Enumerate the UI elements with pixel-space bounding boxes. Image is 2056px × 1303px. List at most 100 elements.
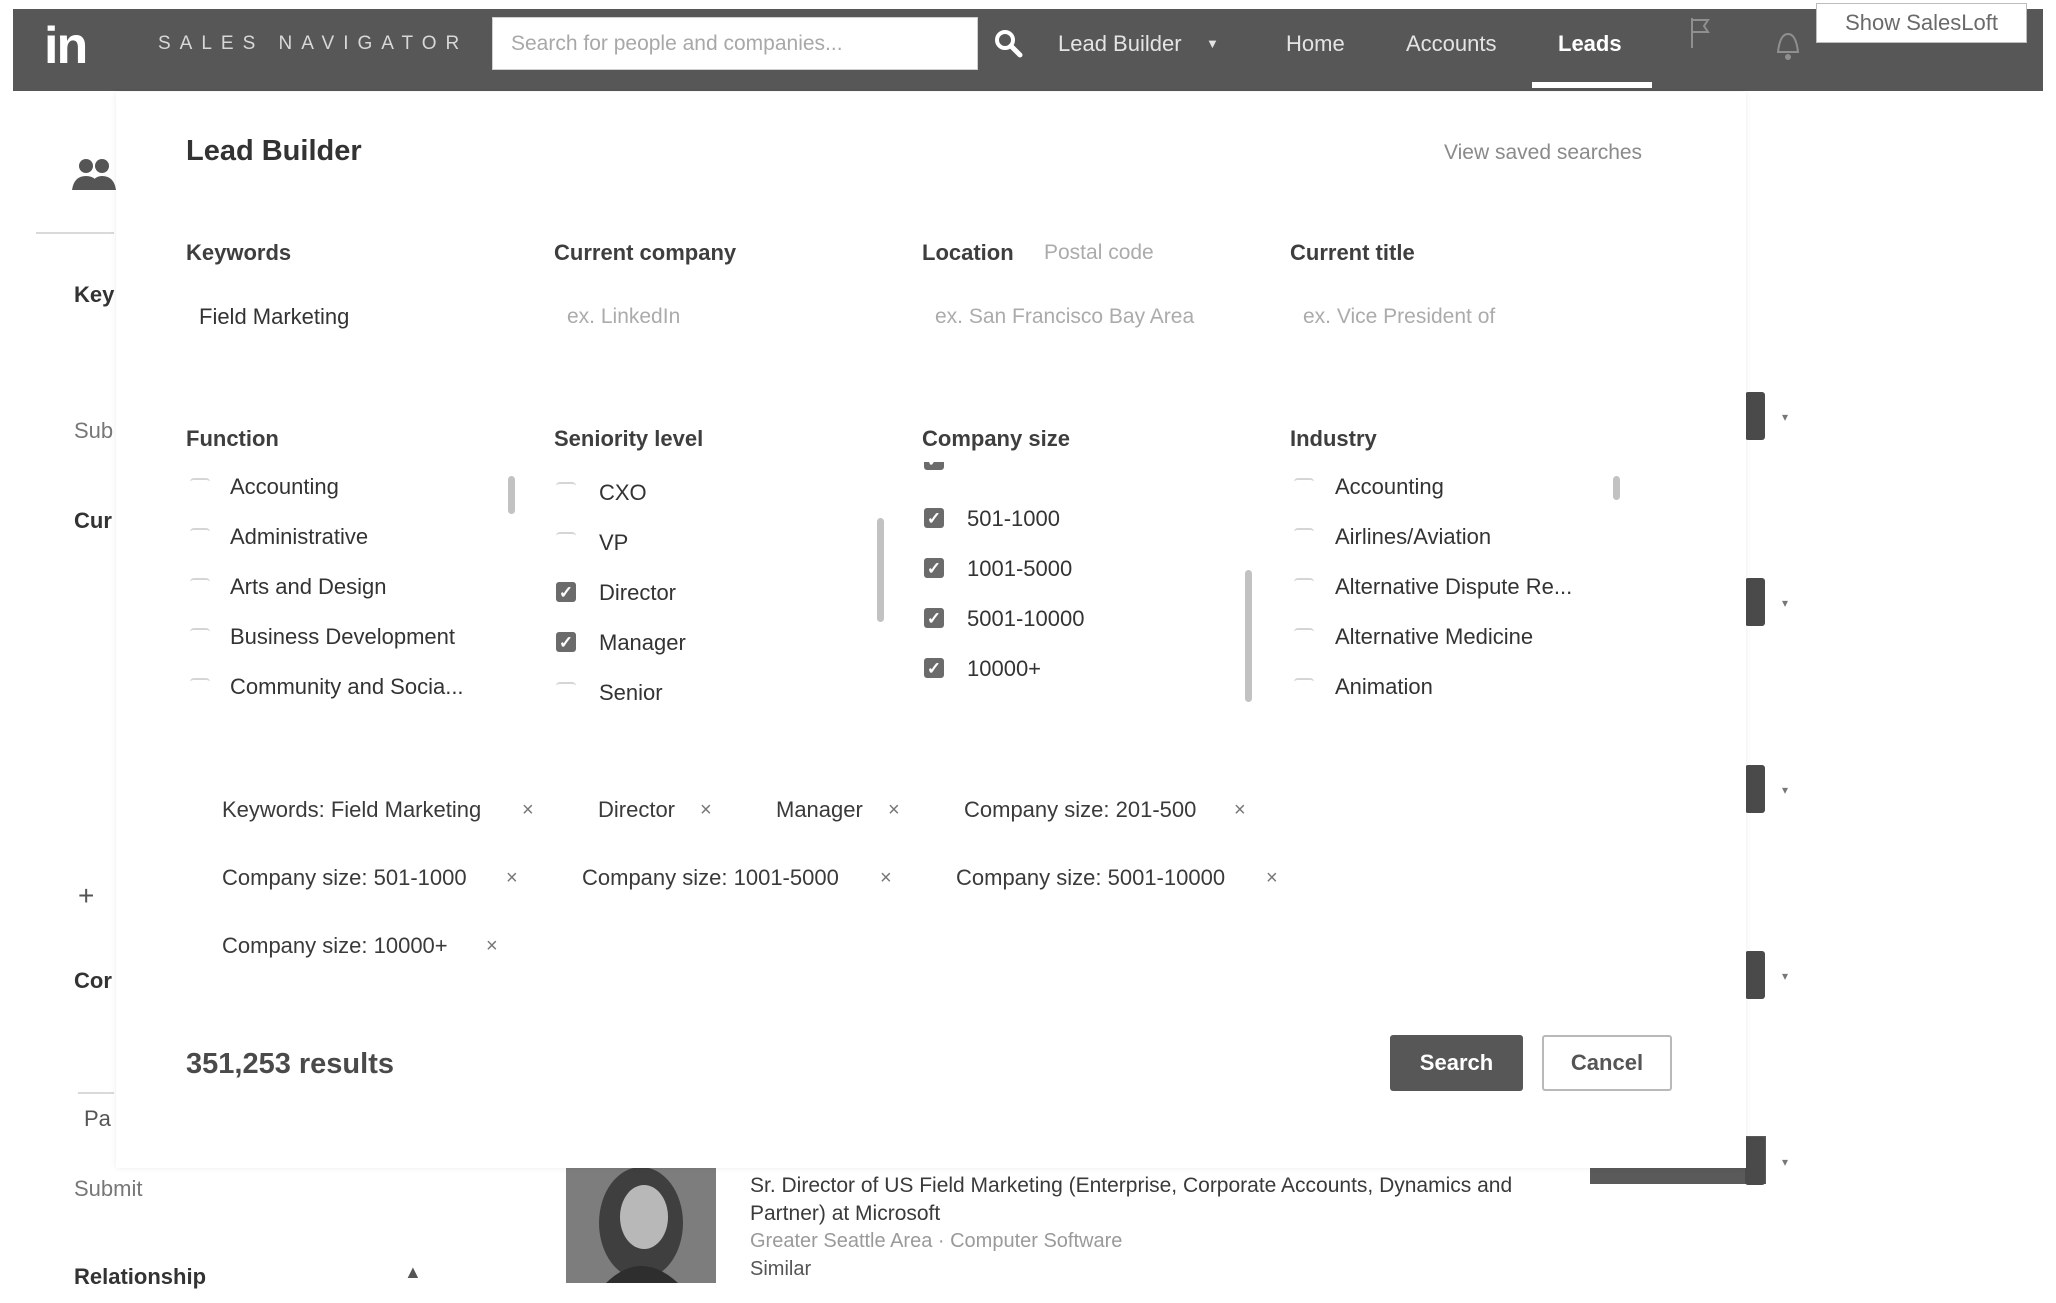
nav-accounts[interactable]: Accounts (1406, 31, 1497, 57)
function-option-label: Business Development (230, 624, 456, 649)
checkbox[interactable] (190, 578, 210, 598)
current-company-label: Current company (554, 240, 737, 265)
location-input[interactable]: ex. San Francisco Bay Area (935, 304, 1194, 330)
seniority-option-label: Director (599, 580, 677, 605)
show-salesloft-button[interactable]: Show SalesLoft (1816, 3, 2027, 43)
seniority-option-label: Senior (599, 680, 663, 705)
lead-similar-link[interactable]: Similar (750, 1258, 811, 1281)
function-label: Function (186, 426, 279, 451)
plus-icon[interactable]: + (78, 880, 94, 912)
checkbox[interactable] (1294, 628, 1314, 648)
checkbox[interactable] (1294, 528, 1314, 548)
active-tab-indicator (1532, 82, 1652, 88)
industry-scrollbar[interactable] (1613, 476, 1620, 500)
bg-submit-link[interactable]: Submit (74, 1176, 142, 1202)
lead-avatar[interactable] (566, 1163, 716, 1283)
chevron-down-icon[interactable]: ▾ (1782, 783, 1788, 797)
checkbox[interactable] (190, 628, 210, 648)
chevron-down-icon[interactable]: ▼ (1206, 36, 1219, 51)
postal-code-link[interactable]: Postal code (1044, 240, 1154, 266)
linkedin-logo[interactable]: in (44, 18, 88, 74)
checkbox-checked[interactable] (924, 658, 944, 678)
bg-company-label: Cor (74, 968, 112, 993)
checkbox-checked[interactable] (556, 632, 576, 652)
company-size-scrollbar[interactable] (1245, 570, 1252, 702)
lead-headline[interactable]: Sr. Director of US Field Marketing (Ente… (750, 1172, 1570, 1228)
checkbox[interactable] (1294, 478, 1314, 498)
checkbox[interactable] (556, 682, 576, 702)
bg-keywords-label: Key (74, 282, 115, 307)
current-title-label: Current title (1290, 240, 1415, 265)
checkbox-checked[interactable] (924, 462, 944, 470)
search-button[interactable]: Search (1390, 1035, 1523, 1091)
close-icon[interactable]: × (700, 797, 712, 823)
bg-past-label: Pa (84, 1106, 111, 1131)
notifications-icon[interactable] (1770, 24, 1806, 64)
function-scrollbar[interactable] (508, 476, 515, 514)
company-size-option-label: 5001-10000 (967, 606, 1085, 631)
view-saved-searches-link[interactable]: View saved searches (1444, 140, 1642, 166)
checkbox[interactable] (1294, 578, 1314, 598)
filter-pill-label: Company size: 201-500 (964, 797, 1197, 822)
close-icon[interactable]: × (888, 797, 900, 823)
seniority-label: Seniority level (554, 426, 704, 451)
current-title-input[interactable]: ex. Vice President of (1303, 304, 1495, 330)
list-item-cut[interactable] (924, 462, 1024, 472)
checkbox[interactable] (190, 678, 210, 698)
company-size-label: Company size (922, 426, 1070, 451)
side-handle[interactable] (1745, 392, 1765, 440)
industry-option-label: Airlines/Aviation (1335, 524, 1492, 549)
close-icon[interactable]: × (1234, 797, 1246, 823)
results-count: 351,253 results (186, 1048, 394, 1080)
chevron-down-icon[interactable]: ▾ (1782, 596, 1788, 610)
filter-pill-label: Company size: 501-1000 (222, 865, 467, 890)
divider (78, 1092, 114, 1094)
side-handle[interactable] (1745, 1137, 1765, 1185)
checkbox-checked[interactable] (924, 508, 944, 528)
bg-relationship-label[interactable]: Relationship (74, 1264, 206, 1290)
cancel-button[interactable]: Cancel (1542, 1035, 1672, 1091)
checkbox[interactable] (190, 528, 210, 548)
close-icon[interactable]: × (506, 865, 518, 891)
current-company-input[interactable]: ex. LinkedIn (567, 304, 680, 330)
side-handle[interactable] (1745, 765, 1765, 813)
chevron-up-icon[interactable]: ▲ (404, 1262, 422, 1283)
checkbox-checked[interactable] (556, 582, 576, 602)
nav-home[interactable]: Home (1286, 31, 1345, 57)
filter-pill-label: Keywords: Field Marketing (222, 797, 482, 822)
nav-lead-builder[interactable]: Lead Builder (1058, 31, 1182, 57)
lead-location: Greater Seattle Area · Computer Software (750, 1230, 1123, 1252)
chevron-down-icon[interactable]: ▾ (1782, 410, 1788, 424)
location-label: Location (922, 240, 1014, 265)
checkbox[interactable] (1294, 678, 1314, 698)
bg-current-label: Cur (74, 508, 112, 533)
keywords-label: Keywords (186, 240, 292, 265)
checkbox[interactable] (556, 532, 576, 552)
chevron-down-icon[interactable]: ▾ (1782, 1155, 1788, 1169)
industry-label: Industry (1290, 426, 1377, 451)
filter-pill-label: Company size: 10000+ (222, 933, 448, 958)
search-icon[interactable] (993, 28, 1023, 58)
close-icon[interactable]: × (1266, 865, 1278, 891)
filter-pill-label: Manager (776, 797, 863, 822)
flag-icon[interactable] (1680, 14, 1716, 50)
nav-leads[interactable]: Leads (1558, 31, 1622, 57)
keywords-input[interactable]: Field Marketing (199, 304, 349, 330)
global-search-input[interactable] (493, 18, 977, 69)
checkbox[interactable] (190, 478, 210, 498)
checkbox-checked[interactable] (924, 608, 944, 628)
close-icon[interactable]: × (522, 797, 534, 823)
side-handle[interactable] (1745, 578, 1765, 626)
seniority-scrollbar[interactable] (877, 518, 884, 622)
checkbox[interactable] (556, 482, 576, 502)
seniority-option-label: Manager (599, 630, 686, 655)
industry-option-label: Alternative Medicine (1335, 624, 1534, 649)
checkbox-checked[interactable] (924, 558, 944, 578)
industry-option-label: Animation (1335, 674, 1433, 699)
close-icon[interactable]: × (880, 865, 892, 891)
chevron-down-icon[interactable]: ▾ (1782, 969, 1788, 983)
global-search-box[interactable] (492, 17, 978, 70)
side-handle[interactable] (1745, 951, 1765, 999)
close-icon[interactable]: × (486, 933, 498, 959)
company-size-option-label: 1001-5000 (967, 556, 1073, 581)
